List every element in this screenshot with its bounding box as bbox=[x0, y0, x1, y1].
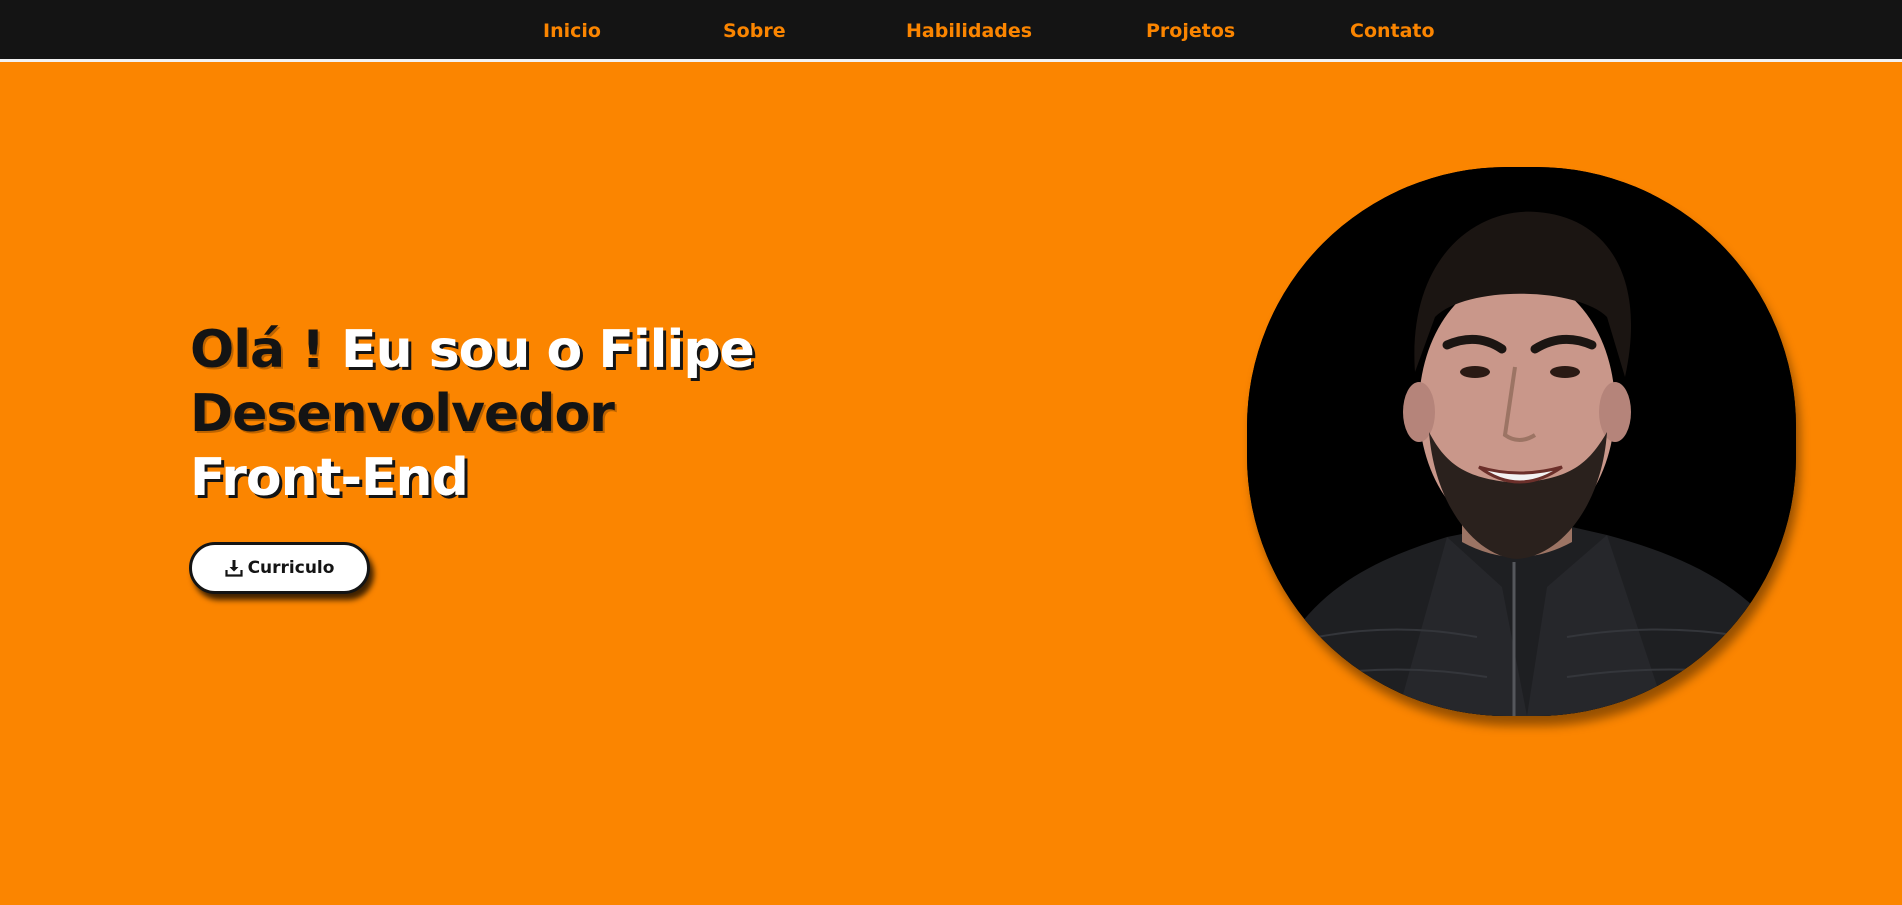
resume-button-label: Curriculo bbox=[247, 558, 335, 578]
top-navigation: Inicio Sobre Habilidades Projetos Contat… bbox=[0, 0, 1902, 62]
nav-link-contato[interactable]: Contato bbox=[1350, 0, 1435, 63]
nav-link-habilidades[interactable]: Habilidades bbox=[906, 0, 1032, 63]
hero-headline: Olá ! Eu sou o Filipe Desenvolvedor Fron… bbox=[190, 318, 755, 510]
nav-link-inicio[interactable]: Inicio bbox=[543, 0, 601, 63]
download-icon bbox=[224, 559, 243, 577]
download-resume-button[interactable]: Curriculo bbox=[189, 542, 370, 594]
profile-photo bbox=[1247, 167, 1796, 716]
hero-greeting: Olá ! bbox=[190, 320, 325, 380]
nav-link-sobre[interactable]: Sobre bbox=[723, 0, 786, 63]
nav-link-projetos[interactable]: Projetos bbox=[1146, 0, 1235, 63]
hero-role-line1: Desenvolvedor bbox=[190, 384, 615, 444]
hero-role-line2: Front-End bbox=[190, 448, 469, 508]
hero-intro: Eu sou o Filipe bbox=[341, 320, 755, 380]
